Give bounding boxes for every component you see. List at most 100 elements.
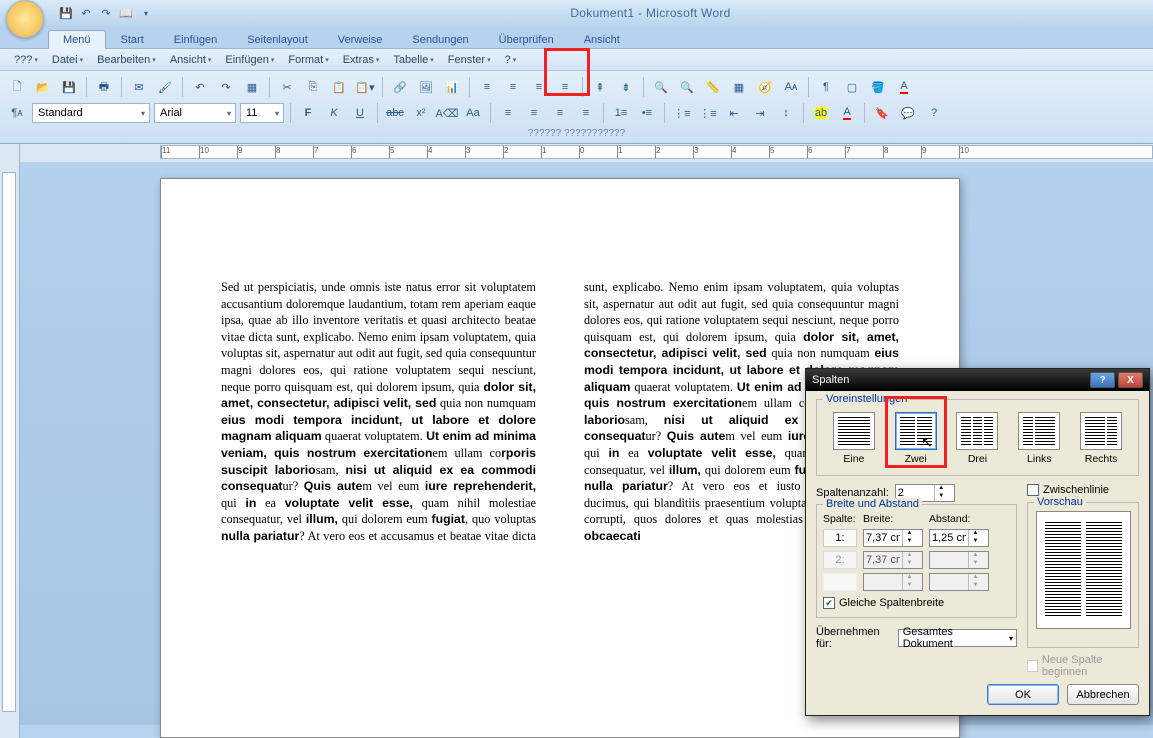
dialog-titlebar[interactable]: Spalten ? X: [806, 369, 1149, 391]
print-icon[interactable]: 🖶: [93, 76, 115, 98]
ok-button[interactable]: OK: [987, 684, 1059, 705]
help-icon[interactable]: ?: [923, 102, 945, 124]
preset-rechts[interactable]: Rechts: [1077, 412, 1125, 465]
numbering-icon[interactable]: 1≡: [610, 102, 632, 124]
increase-indent-icon[interactable]: ⇥: [749, 102, 771, 124]
navigate-icon[interactable]: 🧭: [754, 76, 776, 98]
tab-menu[interactable]: Menü: [48, 30, 106, 49]
align-left-icon[interactable]: ≡: [476, 76, 498, 98]
bullets2-icon[interactable]: ⋮≡: [671, 102, 693, 124]
font-color2-icon[interactable]: A: [836, 102, 858, 124]
tab-ueberpruefen[interactable]: Überprüfen: [484, 30, 569, 49]
text-effects-icon[interactable]: Aa: [462, 102, 484, 124]
separator-line-checkbox[interactable]: Zwischenlinie: [1027, 484, 1139, 496]
save-icon[interactable]: 💾: [58, 76, 80, 98]
mail-icon[interactable]: ✉: [128, 76, 150, 98]
vertical-ruler[interactable]: [0, 162, 20, 738]
menu-ansicht[interactable]: Ansicht▾: [164, 52, 218, 68]
paste-icon[interactable]: 📋: [328, 76, 350, 98]
office-button[interactable]: [6, 0, 44, 38]
document-body[interactable]: Sed ut perspiciatis, unde omnis iste nat…: [221, 279, 899, 545]
style-select[interactable]: Standard: [32, 103, 150, 123]
tab-start[interactable]: Start: [106, 30, 159, 49]
menu-help[interactable]: ?▾: [499, 52, 523, 68]
print-preview-icon[interactable]: 📖: [118, 5, 134, 21]
sort-icon[interactable]: ↕: [775, 102, 797, 124]
apply-to-combo[interactable]: Gesamtes Dokument: [898, 629, 1017, 647]
new-doc-icon[interactable]: 🗋: [6, 76, 28, 98]
font-select[interactable]: Arial: [154, 103, 236, 123]
bullets-icon[interactable]: •≡: [636, 102, 658, 124]
preset-links[interactable]: Links: [1015, 412, 1063, 465]
numbering2-icon[interactable]: ⋮≡: [697, 102, 719, 124]
qat-dropdown-icon[interactable]: ▾: [138, 5, 154, 21]
menu-einfuegen[interactable]: Einfügen▾: [219, 52, 280, 68]
picture-icon[interactable]: 🖼: [415, 76, 437, 98]
line-spacing-down-icon[interactable]: ⇟: [615, 76, 637, 98]
comment-icon[interactable]: 💬: [897, 102, 919, 124]
cut-icon[interactable]: ✂: [276, 76, 298, 98]
italic-icon[interactable]: K: [323, 102, 345, 124]
table-icon[interactable]: ▦: [241, 76, 263, 98]
row1-width-spinner[interactable]: ▲▼: [863, 529, 923, 547]
format-painter-icon[interactable]: 🖌: [154, 76, 176, 98]
tab-verweise[interactable]: Verweise: [323, 30, 398, 49]
preset-drei[interactable]: Drei: [953, 412, 1001, 465]
menu-unknown[interactable]: ???▾: [8, 52, 44, 68]
clear-format-icon[interactable]: A⌫: [436, 102, 458, 124]
undo-icon[interactable]: ↶: [189, 76, 211, 98]
save-icon[interactable]: 💾: [58, 5, 74, 21]
borders-icon[interactable]: ▢: [841, 76, 863, 98]
menu-datei[interactable]: Datei▾: [46, 52, 89, 68]
redo-icon[interactable]: ↷: [98, 5, 114, 21]
copy-icon[interactable]: ⎘: [302, 76, 324, 98]
row1-gap-spinner[interactable]: ▲▼: [929, 529, 989, 547]
highlight-icon[interactable]: ab: [810, 102, 832, 124]
line-spacing-up-icon[interactable]: ⇞: [589, 76, 611, 98]
find-icon[interactable]: 🔍: [650, 76, 672, 98]
menu-fenster[interactable]: Fenster▾: [442, 52, 497, 68]
chart-icon[interactable]: 📊: [441, 76, 463, 98]
align-center2-icon[interactable]: ≡: [523, 102, 545, 124]
paste-special-icon[interactable]: 📋▾: [354, 76, 376, 98]
fontsize-select[interactable]: 11: [240, 103, 284, 123]
gridlines-icon[interactable]: ▦: [728, 76, 750, 98]
strikethrough-icon[interactable]: abc: [384, 102, 406, 124]
styles-icon[interactable]: Aᴀ: [780, 76, 802, 98]
decrease-indent-icon[interactable]: ⇤: [723, 102, 745, 124]
tab-seitenlayout[interactable]: Seitenlayout: [232, 30, 323, 49]
row2-width-spinner: ▲▼: [863, 551, 923, 569]
menu-extras[interactable]: Extras▾: [337, 52, 386, 68]
font-color-icon[interactable]: A: [893, 76, 915, 98]
tab-einfuegen[interactable]: Einfügen: [159, 30, 232, 49]
cancel-button[interactable]: Abbrechen: [1067, 684, 1139, 705]
shading-icon[interactable]: 🪣: [867, 76, 889, 98]
redo-icon[interactable]: ↷: [215, 76, 237, 98]
style-gallery-icon[interactable]: ¶ᴀ: [6, 102, 28, 124]
align-left2-icon[interactable]: ≡: [497, 102, 519, 124]
paragraph-icon[interactable]: ¶: [815, 76, 837, 98]
tab-sendungen[interactable]: Sendungen: [397, 30, 483, 49]
open-icon[interactable]: 📂: [32, 76, 54, 98]
underline-icon[interactable]: U: [349, 102, 371, 124]
align-center-icon[interactable]: ≡: [502, 76, 524, 98]
hyperlink-icon[interactable]: 🔗: [389, 76, 411, 98]
menu-bearbeiten[interactable]: Bearbeiten▾: [91, 52, 162, 68]
horizontal-ruler[interactable]: 1110987654321012345678910: [160, 145, 1153, 159]
bold-icon[interactable]: F: [297, 102, 319, 124]
equal-width-checkbox[interactable]: ✔Gleiche Spaltenbreite: [823, 597, 1010, 609]
menu-tabelle[interactable]: Tabelle▾: [387, 52, 439, 68]
align-right2-icon[interactable]: ≡: [549, 102, 571, 124]
preset-eine[interactable]: Eine: [830, 412, 878, 465]
dialog-help-button[interactable]: ?: [1090, 372, 1115, 388]
align-justify2-icon[interactable]: ≡: [575, 102, 597, 124]
menu-format[interactable]: Format▾: [282, 52, 334, 68]
dialog-close-button[interactable]: X: [1118, 372, 1143, 388]
zoom-icon[interactable]: 🔍: [676, 76, 698, 98]
superscript-icon[interactable]: x²: [410, 102, 432, 124]
bookmark-icon[interactable]: 🔖: [871, 102, 893, 124]
undo-icon[interactable]: ↶: [78, 5, 94, 21]
tab-ansicht[interactable]: Ansicht: [569, 30, 635, 49]
window-title: Dokument1 - Microsoft Word: [154, 6, 1147, 20]
ruler-icon[interactable]: 📏: [702, 76, 724, 98]
